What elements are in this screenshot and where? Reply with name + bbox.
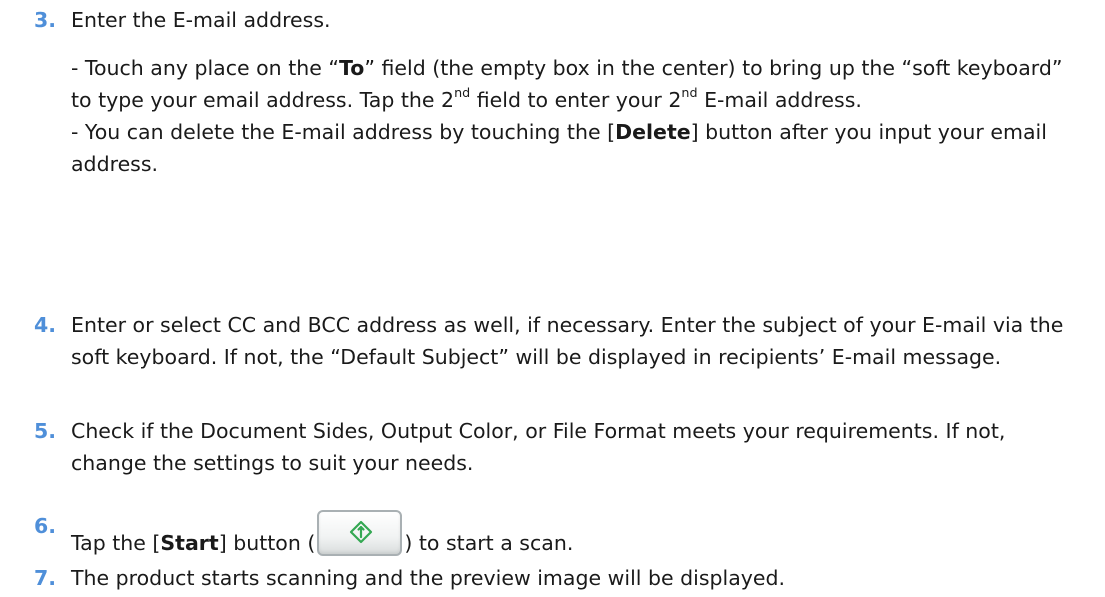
sub-text: - You can delete the E-mail address by t… bbox=[71, 120, 616, 144]
step-text-part: ) to start a scan. bbox=[404, 531, 574, 555]
step-sub-paragraph: - You can delete the E-mail address by t… bbox=[71, 116, 1081, 180]
step-text: Tap the [Start] button ( ) to start a sca… bbox=[71, 510, 1081, 559]
step-number: 3. bbox=[34, 8, 57, 32]
step-text: Enter or select CC and BCC address as we… bbox=[71, 313, 1064, 369]
step-number: 4. bbox=[34, 313, 57, 337]
delete-button-label: Delete bbox=[615, 120, 691, 144]
step-5: 5. Check if the Document Sides, Output C… bbox=[0, 415, 1100, 479]
step-7: 7. The product starts scanning and the p… bbox=[0, 562, 1100, 594]
sub-text: - Touch any place on the “ bbox=[71, 56, 339, 80]
superscript: nd bbox=[454, 85, 471, 101]
step-4: 4. Enter or select CC and BCC address as… bbox=[0, 309, 1100, 373]
start-diamond-icon bbox=[350, 520, 373, 544]
to-field-label: To bbox=[338, 56, 365, 80]
superscript: nd bbox=[681, 85, 698, 101]
step-number: 5. bbox=[34, 419, 57, 443]
start-button-label: Start bbox=[160, 531, 219, 555]
step-text: The product starts scanning and the prev… bbox=[71, 566, 786, 590]
start-button-image bbox=[317, 510, 403, 556]
step-6: 6. Tap the [Start] button ( ) to start a … bbox=[0, 510, 1100, 559]
step-number: 7. bbox=[34, 566, 57, 590]
sub-text: field to enter your 2 bbox=[470, 88, 682, 112]
step-sub-paragraph: - Touch any place on the “To” field (the… bbox=[71, 52, 1081, 116]
sub-text: E-mail address. bbox=[697, 88, 862, 112]
step-text: Check if the Document Sides, Output Colo… bbox=[71, 419, 1006, 475]
step-number: 6. bbox=[34, 514, 57, 538]
step-text-part: Tap the [ bbox=[71, 531, 161, 555]
step-text-part: ] button ( bbox=[218, 531, 316, 555]
step-3: 3. Enter the E-mail address. - Touch any… bbox=[0, 4, 1100, 180]
step-text: Enter the E-mail address. bbox=[71, 8, 331, 32]
